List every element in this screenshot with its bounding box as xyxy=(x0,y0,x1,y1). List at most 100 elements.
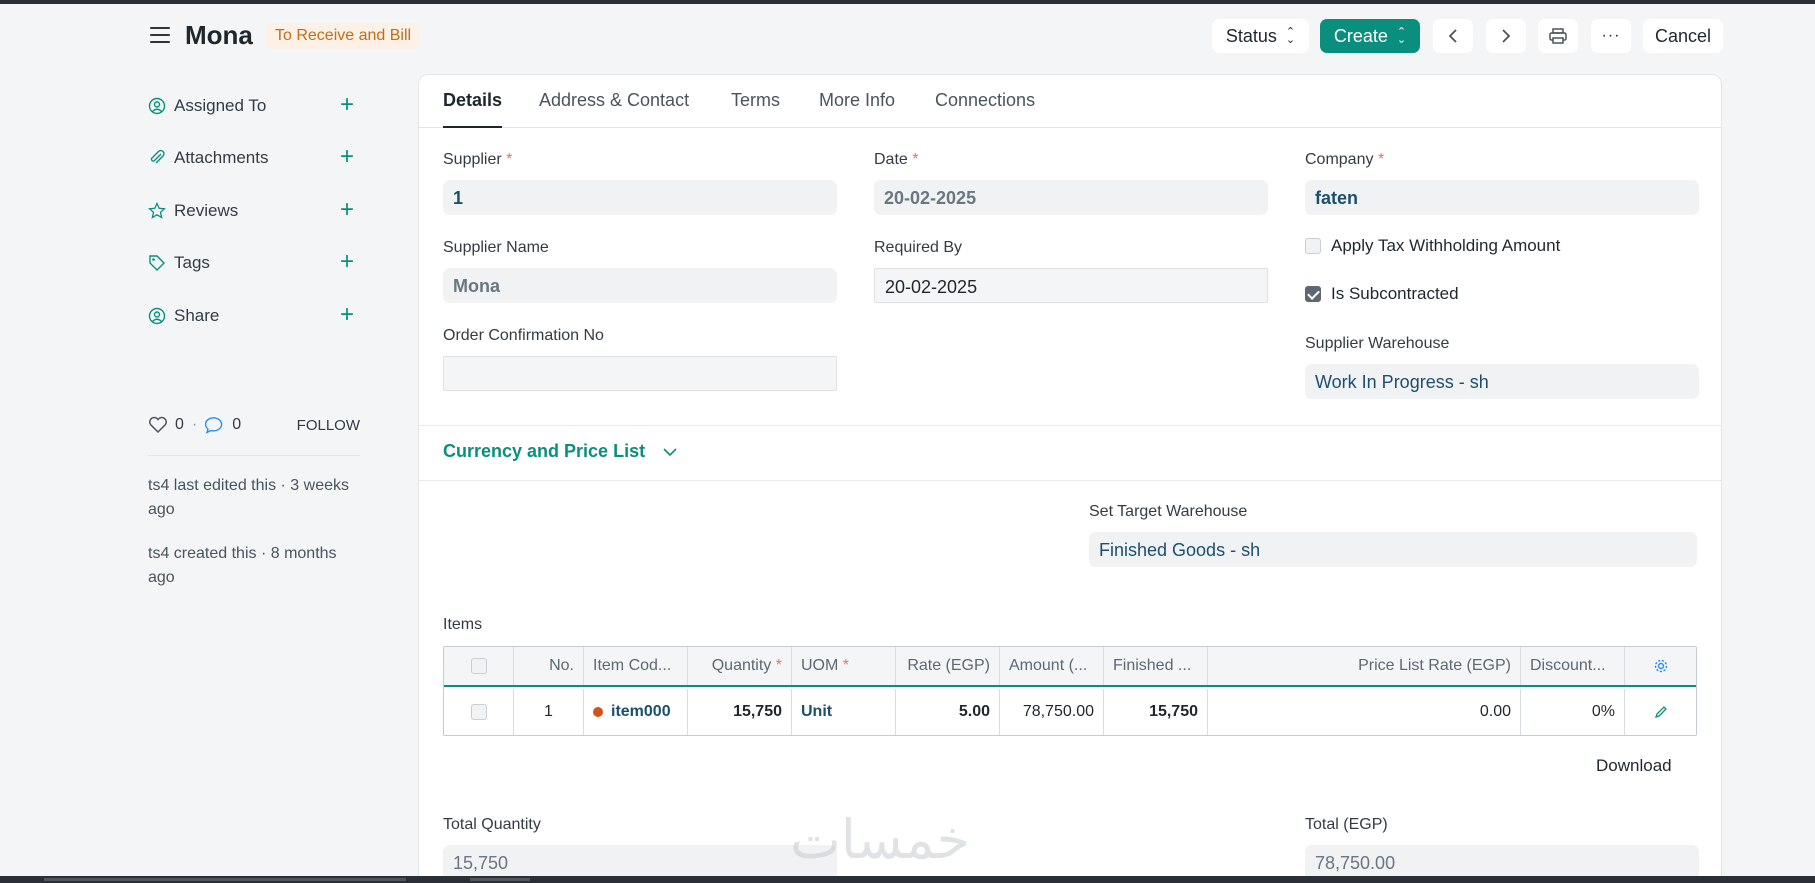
target-warehouse-label: Set Target Warehouse xyxy=(1089,503,1248,520)
status-dot xyxy=(593,707,603,717)
likes-comments-bar: 0 · 0 FOLLOW xyxy=(148,414,360,436)
date-field: 20-02-2025 xyxy=(874,180,1268,215)
status-button[interactable]: Status ⌃ ⌄ xyxy=(1212,19,1309,53)
sidebar-item-reviews[interactable]: Reviews + xyxy=(148,198,358,223)
row-price-list-rate[interactable]: 0.00 xyxy=(1208,689,1521,735)
col-item-code: Item Cod... xyxy=(584,647,688,685)
col-uom: UOM * xyxy=(792,647,896,685)
assign-icon xyxy=(148,97,166,115)
supplier-warehouse-field[interactable]: Work In Progress - sh xyxy=(1305,364,1699,399)
section-title-label: Currency and Price List xyxy=(443,441,646,461)
supplier-field[interactable]: 1 xyxy=(443,180,837,215)
date-label: Date * xyxy=(874,151,919,168)
tab-details[interactable]: Details xyxy=(443,90,502,111)
col-amount: Amount (... xyxy=(1000,647,1104,685)
row-rate[interactable]: 5.00 xyxy=(896,689,1000,735)
is-subcontracted-checkbox[interactable] xyxy=(1305,286,1321,302)
total-quantity-field: 15,750 xyxy=(443,845,837,880)
sidebar-item-tags[interactable]: Tags + xyxy=(148,250,358,275)
total-quantity-label: Total Quantity xyxy=(443,816,541,833)
row-no: 1 xyxy=(514,689,584,735)
col-quantity: Quantity * xyxy=(688,647,792,685)
col-no: No. xyxy=(514,647,584,685)
gear-icon[interactable] xyxy=(1653,658,1669,674)
add-assignee-icon[interactable]: + xyxy=(340,93,354,117)
col-discount: Discount... xyxy=(1521,647,1625,685)
select-all-checkbox[interactable] xyxy=(470,658,487,674)
print-button[interactable] xyxy=(1538,19,1578,53)
pencil-icon[interactable] xyxy=(1654,705,1668,719)
items-table: No. Item Cod... Quantity * UOM * Rate (E… xyxy=(443,646,1697,736)
row-checkbox[interactable] xyxy=(470,704,487,720)
sidebar-item-attachments[interactable]: Attachments + xyxy=(148,145,358,170)
tag-icon xyxy=(148,254,166,272)
watermark-logo: خمسات xyxy=(790,808,971,871)
row-select-cell xyxy=(444,689,514,735)
required-by-field[interactable]: 20-02-2025 xyxy=(874,268,1268,303)
sidebar-item-assigned-to[interactable]: Assigned To + xyxy=(148,93,358,118)
sidebar-item-label: Attachments xyxy=(174,148,269,167)
apply-tax-label: Apply Tax Withholding Amount xyxy=(1331,236,1561,255)
order-confirmation-field[interactable] xyxy=(443,356,837,391)
paperclip-icon xyxy=(148,149,166,167)
table-row[interactable]: 1 item000 15,750 Unit 5.00 78,750.00 15,… xyxy=(444,689,1696,735)
add-share-icon[interactable]: + xyxy=(340,303,354,327)
printer-icon xyxy=(1549,28,1567,44)
follow-button[interactable]: FOLLOW xyxy=(297,417,360,434)
total-egp-label: Total (EGP) xyxy=(1305,816,1388,833)
tab-terms[interactable]: Terms xyxy=(731,90,780,111)
active-tab-indicator xyxy=(443,126,502,128)
total-egp-field: 78,750.00 xyxy=(1305,845,1699,880)
more-icon: ··· xyxy=(1601,27,1621,44)
create-button[interactable]: Create ⌃ ⌄ xyxy=(1320,19,1420,53)
row-uom[interactable]: Unit xyxy=(792,689,896,735)
row-quantity[interactable]: 15,750 xyxy=(688,689,792,735)
sidebar-divider xyxy=(148,455,360,456)
tab-address-contact[interactable]: Address & Contact xyxy=(539,90,689,111)
col-finished: Finished ... xyxy=(1104,647,1208,685)
section-divider xyxy=(419,480,1721,481)
like-count: 0 xyxy=(175,416,184,433)
sidebar-item-share[interactable]: Share + xyxy=(148,303,358,328)
supplier-name-field: Mona xyxy=(443,268,837,303)
row-finished[interactable]: 15,750 xyxy=(1104,689,1208,735)
next-button[interactable] xyxy=(1486,19,1526,53)
add-attachment-icon[interactable]: + xyxy=(340,145,354,169)
comment-icon[interactable] xyxy=(205,416,225,434)
currency-price-list-section[interactable]: Currency and Price List xyxy=(443,441,678,462)
activity-created: ts4 created this · 8 months ago xyxy=(148,545,337,586)
row-edit-cell xyxy=(1625,689,1696,735)
company-label: Company * xyxy=(1305,151,1385,168)
activity-last-edited: ts4 last edited this · 3 weeks ago xyxy=(148,477,349,518)
column-settings-cell xyxy=(1625,647,1696,685)
more-options-button[interactable]: ··· xyxy=(1591,19,1631,53)
tab-more-info[interactable]: More Info xyxy=(819,90,895,111)
tab-connections[interactable]: Connections xyxy=(935,90,1035,111)
cancel-button[interactable]: Cancel xyxy=(1643,19,1723,53)
row-amount: 78,750.00 xyxy=(1000,689,1104,735)
create-button-label: Create xyxy=(1333,25,1388,46)
star-icon xyxy=(148,202,166,220)
sidebar-item-label: Reviews xyxy=(174,201,239,220)
separator-dot: · xyxy=(191,416,198,433)
target-warehouse-field[interactable]: Finished Goods - sh xyxy=(1089,532,1697,567)
is-subcontracted-label: Is Subcontracted xyxy=(1331,284,1459,303)
page-header: Mona To Receive and Bill Status ⌃ ⌄ Creat… xyxy=(0,18,1815,54)
company-field[interactable]: faten xyxy=(1305,180,1699,215)
download-button[interactable]: Download xyxy=(1596,756,1672,776)
row-discount[interactable]: 0% xyxy=(1521,689,1625,735)
chevron-down-icon xyxy=(663,448,677,457)
top-strip xyxy=(0,0,1815,4)
select-all-cell xyxy=(444,647,514,685)
add-review-icon[interactable]: + xyxy=(340,198,354,222)
previous-button[interactable] xyxy=(1433,19,1473,53)
heart-icon[interactable] xyxy=(148,416,168,434)
updown-icon: ⌃ ⌄ xyxy=(1396,26,1407,46)
menu-icon[interactable] xyxy=(150,27,170,45)
row-item-code[interactable]: item000 xyxy=(584,689,688,735)
status-badge: To Receive and Bill xyxy=(266,23,421,49)
apply-tax-checkbox[interactable] xyxy=(1305,238,1321,254)
updown-icon: ⌃ ⌄ xyxy=(1285,26,1296,46)
required-by-label: Required By xyxy=(874,239,963,256)
add-tag-icon[interactable]: + xyxy=(340,250,354,274)
